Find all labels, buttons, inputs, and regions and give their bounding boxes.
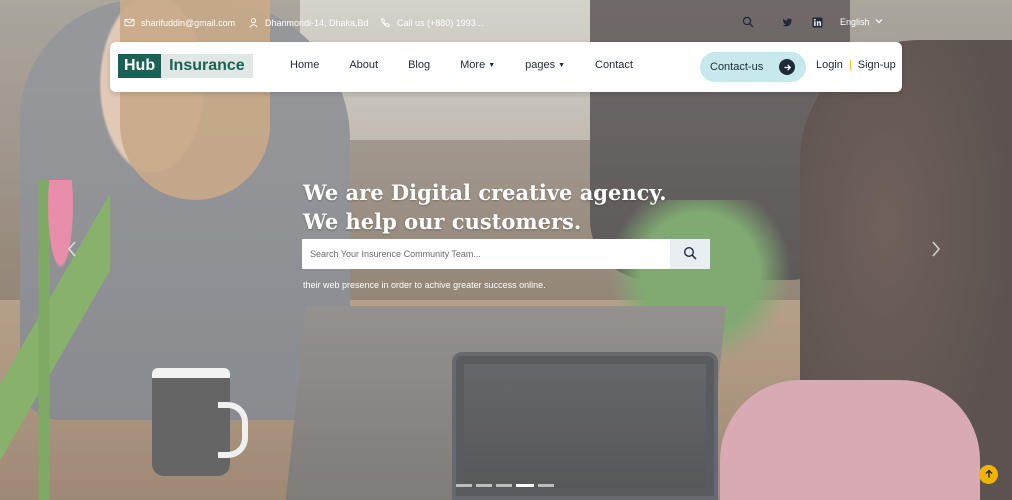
mail-icon — [124, 17, 135, 28]
slider-indicators — [456, 484, 554, 487]
topbar-phone-text: Call us (+880) 1993... — [397, 17, 484, 28]
site-logo[interactable]: Hub Insurance — [118, 54, 253, 78]
slider-dot[interactable] — [476, 484, 492, 487]
arrow-up-icon — [984, 466, 994, 484]
logo-hub: Hub — [118, 54, 162, 78]
person-pin-icon — [248, 17, 259, 28]
hero-search-button[interactable] — [670, 239, 710, 269]
chevron-down-icon — [875, 17, 883, 27]
search-icon[interactable] — [742, 15, 754, 33]
phone-icon — [380, 17, 391, 28]
slider-dot[interactable] — [456, 484, 472, 487]
search-icon — [683, 246, 697, 263]
nav-home[interactable]: Home — [290, 59, 319, 71]
topbar-email[interactable]: sharifuddin@gmail.com — [124, 17, 235, 28]
nav-pages[interactable]: pages ▼ — [525, 59, 565, 71]
nav-more[interactable]: More ▼ — [460, 59, 495, 71]
scroll-to-top-button[interactable] — [979, 465, 998, 484]
topbar-email-text: sharifuddin@gmail.com — [141, 17, 236, 28]
topbar-address-text: Dhanmondi-14, Dhaka,Bd — [265, 17, 369, 28]
nav-pages-label: pages — [525, 59, 556, 71]
main-navbar: Hub Insurance Home About Blog More ▼ pag… — [110, 42, 902, 92]
contact-us-label: Contact-us — [710, 61, 764, 73]
hero-headline: We are Digital creative agency. We help … — [303, 180, 667, 234]
top-info-bar: sharifuddin@gmail.com Dhanmondi-14, Dhak… — [0, 0, 1012, 44]
twitter-icon[interactable] — [782, 15, 793, 33]
auth-separator: | — [848, 59, 852, 71]
login-link[interactable]: Login — [816, 59, 843, 71]
nav-links: Home About Blog More ▼ pages ▼ Contact — [290, 59, 663, 71]
slider-dot[interactable] — [496, 484, 512, 487]
nav-about[interactable]: About — [349, 59, 378, 71]
slider-dot-active[interactable] — [516, 484, 534, 487]
hero-search — [302, 239, 710, 269]
nav-contact[interactable]: Contact — [595, 59, 633, 71]
caret-down-icon: ▼ — [558, 61, 566, 69]
nav-blog[interactable]: Blog — [408, 59, 430, 71]
caret-down-icon: ▼ — [488, 61, 496, 69]
auth-links: Login | Sign-up — [816, 59, 896, 71]
language-label: English — [840, 17, 870, 27]
contact-us-button[interactable]: Contact-us — [700, 52, 806, 82]
logo-insurance: Insurance — [169, 57, 245, 74]
signup-link[interactable]: Sign-up — [858, 59, 896, 71]
topbar-address: Dhanmondi-14, Dhaka,Bd — [248, 17, 369, 28]
language-selector[interactable]: English — [840, 17, 883, 27]
hero-search-input[interactable] — [302, 239, 670, 269]
slider-next-icon[interactable] — [930, 240, 944, 260]
arrow-right-icon — [779, 59, 796, 75]
slider-dot[interactable] — [538, 484, 554, 487]
hero-subtext: their web presence in order to achive gr… — [303, 280, 546, 290]
linkedin-icon[interactable] — [812, 15, 823, 33]
slider-prev-icon[interactable] — [66, 240, 80, 260]
topbar-phone[interactable]: Call us (+880) 1993... — [380, 17, 483, 28]
nav-more-label: More — [460, 59, 486, 71]
